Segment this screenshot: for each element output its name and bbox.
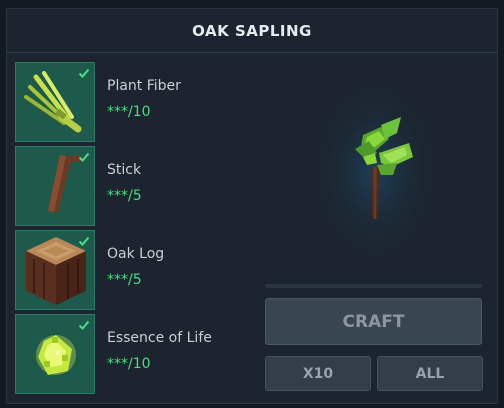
ingredient-slot[interactable] bbox=[15, 314, 95, 394]
ingredient-plant-fiber[interactable]: Plant Fiber ***/10 bbox=[15, 62, 265, 142]
ingredient-name: Essence of Life bbox=[107, 330, 212, 346]
ingredient-name: Oak Log bbox=[107, 246, 165, 262]
check-icon bbox=[78, 236, 90, 246]
oak-sapling-preview-icon bbox=[313, 79, 437, 263]
ingredient-name: Stick bbox=[107, 162, 142, 178]
ingredient-slot[interactable] bbox=[15, 62, 95, 142]
ingredient-quantity: ***/5 bbox=[107, 188, 142, 204]
ingredient-name: Plant Fiber bbox=[107, 78, 181, 94]
craft-all-button[interactable]: ALL bbox=[377, 356, 483, 391]
ingredient-slot[interactable] bbox=[15, 230, 95, 310]
ingredient-quantity: ***/10 bbox=[107, 104, 151, 120]
check-icon bbox=[78, 320, 90, 330]
ingredient-slot[interactable] bbox=[15, 146, 95, 226]
ingredient-stick[interactable]: Stick ***/5 bbox=[15, 146, 265, 226]
craft-progress-bar bbox=[265, 284, 482, 288]
ingredient-essence-of-life[interactable]: Essence of Life ***/10 bbox=[15, 314, 265, 394]
check-icon bbox=[78, 68, 90, 78]
ingredient-oak-log[interactable]: Oak Log ***/5 bbox=[15, 230, 265, 310]
crafting-panel: OAK SAPLING Plant Fiber ***/10 Stick ***… bbox=[6, 8, 498, 404]
check-icon bbox=[78, 152, 90, 162]
ingredient-quantity: ***/5 bbox=[107, 272, 142, 288]
ingredient-quantity: ***/10 bbox=[107, 356, 151, 372]
craft-button[interactable]: CRAFT bbox=[265, 298, 482, 345]
craft-x10-button[interactable]: X10 bbox=[265, 356, 371, 391]
recipe-title: OAK SAPLING bbox=[7, 9, 497, 53]
